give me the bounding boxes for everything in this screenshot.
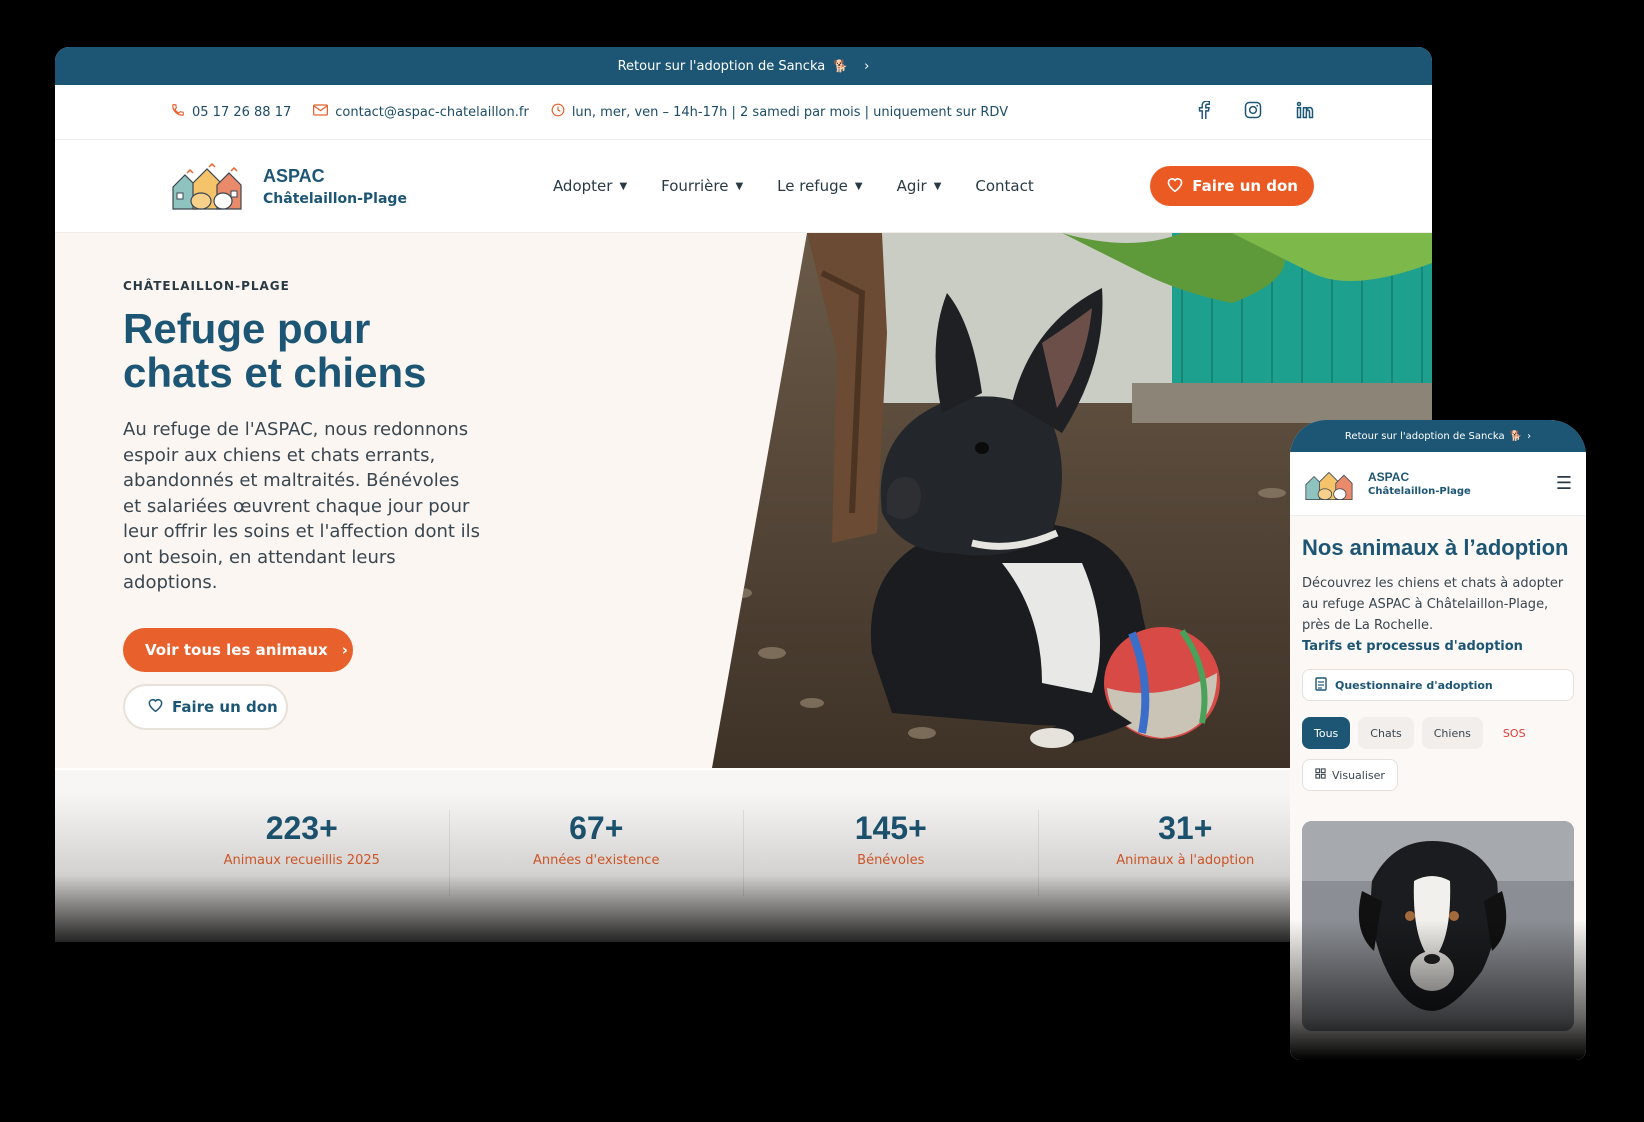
nav-label: Fourrière (661, 177, 729, 195)
linkedin-icon[interactable] (1296, 101, 1314, 123)
nav-label: Adopter (552, 177, 613, 195)
banner-text: Retour sur l'adoption de Sancka (1344, 430, 1505, 442)
heart-icon (147, 697, 164, 716)
stat-item: 31+ Animaux à l'adoption (1039, 810, 1333, 896)
logo-title: ASPAC (263, 165, 325, 186)
hero-title-line2: chats et chiens (123, 349, 427, 396)
chevron-right-icon: › (1527, 430, 1532, 442)
animal-card-photo[interactable] (1302, 821, 1574, 1031)
view-label: Visualiser (1332, 768, 1385, 782)
email-link[interactable]: contact@aspac-chatelaillon.fr (313, 104, 529, 120)
questionnaire-label: Questionnaire d'adoption (1335, 678, 1493, 692)
mobile-logo[interactable]: ASPAC Châtelaillon-Plage (1304, 467, 1471, 501)
phone-icon (171, 103, 185, 121)
hours-text: lun, mer, ven – 14h-17h | 2 samedi par m… (571, 104, 1009, 120)
nav-label: Contact (975, 177, 1034, 195)
shelter-logo-icon (171, 161, 249, 211)
opening-hours: lun, mer, ven – 14h-17h | 2 samedi par m… (551, 103, 1008, 121)
donate-secondary-button[interactable]: Faire un don (123, 683, 288, 730)
logo-subtitle: Châtelaillon-Plage (263, 190, 407, 207)
mobile-announcement-banner[interactable]: Retour sur l'adoption de Sancka 🐕 › (1290, 420, 1586, 452)
hero-eyebrow: CHÂTELAILLON-PLAGE (123, 279, 290, 293)
filter-tabs: Tous Chats Chiens SOS (1302, 717, 1574, 749)
hamburger-menu-icon[interactable]: ☰ (1556, 473, 1572, 494)
nav-item-contact[interactable]: Contact (975, 177, 1033, 195)
stat-label: Bénévoles (857, 853, 925, 868)
nav-label: Le refuge (777, 177, 848, 195)
logo-title: ASPAC (1368, 470, 1410, 484)
stat-value: 145+ (854, 810, 927, 846)
donate-label: Faire un don (1192, 177, 1298, 195)
donate-button[interactable]: Faire un don (1150, 166, 1314, 206)
questionnaire-button[interactable]: Questionnaire d'adoption (1302, 669, 1574, 701)
phone-number: 05 17 26 88 17 (192, 104, 292, 120)
hero-section: CHÂTELAILLON-PLAGE Refuge pour chats et … (55, 233, 1432, 768)
nav-menu: Adopter ▼ Fourrière ▼ Le refuge ▼ Agir ▼… (553, 177, 1034, 195)
banner-text: Retour sur l'adoption de Sancka (617, 58, 826, 74)
stat-item: 223+ Animaux recueillis 2025 (155, 810, 450, 896)
instagram-icon[interactable] (1244, 101, 1262, 123)
stat-label: Animaux recueillis 2025 (223, 853, 380, 868)
pricing-link[interactable]: Tarifs et processus d'adoption (1302, 639, 1523, 654)
dog-emoji-icon: 🐕 (1509, 430, 1523, 442)
chevron-down-icon: ▼ (619, 180, 628, 192)
view-all-animals-button[interactable]: Voir tous les animaux › (123, 627, 353, 672)
stat-value: 67+ (569, 810, 624, 846)
announcement-banner[interactable]: Retour sur l'adoption de Sancka 🐕 › (55, 47, 1432, 85)
desktop-mockup: Retour sur l'adoption de Sancka 🐕 › 05 1… (55, 47, 1432, 942)
heart-icon (1166, 176, 1184, 196)
stats-section: 223+ Animaux recueillis 2025 67+ Années … (55, 770, 1432, 942)
nav-label: Agir (896, 177, 927, 195)
mail-icon (313, 104, 329, 120)
nav-item-le-refuge[interactable]: Le refuge ▼ (777, 177, 862, 195)
stat-item: 145+ Bénévoles (744, 810, 1039, 896)
mobile-mockup: Retour sur l'adoption de Sancka 🐕 › ASPA… (1290, 420, 1586, 1060)
stat-value: 223+ (265, 810, 338, 846)
facebook-icon[interactable] (1198, 100, 1211, 123)
shelter-logo-icon (1305, 471, 1353, 500)
mobile-description: Découvrez les chiens et chats à adopter … (1302, 573, 1574, 657)
view-toggle-button[interactable]: Visualiser (1302, 759, 1398, 791)
nav-item-fourriere[interactable]: Fourrière ▼ (661, 177, 743, 195)
filter-all[interactable]: Tous (1302, 717, 1351, 749)
main-navigation: ASPAC Châtelaillon-Plage Adopter ▼ Fourr… (55, 140, 1432, 233)
stat-item: 67+ Années d'existence (450, 810, 744, 896)
hero-title-line1: Refuge pour (123, 305, 371, 352)
hero-description: Au refuge de l'ASPAC, nous redonnons esp… (123, 419, 481, 593)
hero-title: Refuge pour chats et chiens (123, 307, 483, 395)
nav-item-adopter[interactable]: Adopter ▼ (553, 177, 627, 195)
clock-icon (551, 103, 565, 121)
chevron-down-icon: ▼ (735, 180, 744, 192)
chevron-right-icon: › (864, 58, 870, 74)
chevron-right-icon: › (341, 640, 348, 659)
filter-sos[interactable]: SOS (1491, 717, 1538, 749)
filter-cats[interactable]: Chats (1358, 717, 1414, 749)
nav-item-agir[interactable]: Agir ▼ (897, 177, 942, 195)
grid-icon (1315, 768, 1326, 782)
description-text: Découvrez les chiens et chats à adopter … (1302, 576, 1564, 633)
social-links (1198, 100, 1314, 123)
filter-dogs[interactable]: Chiens (1421, 717, 1483, 749)
chevron-down-icon: ▼ (933, 180, 942, 192)
cta-label: Faire un don (172, 697, 278, 716)
logo-subtitle: Châtelaillon-Plage (1368, 486, 1471, 497)
stat-label: Animaux à l'adoption (1116, 853, 1255, 868)
contact-bar: 05 17 26 88 17 contact@aspac-chatelaillo… (55, 85, 1432, 140)
phone-link[interactable]: 05 17 26 88 17 (171, 103, 291, 121)
dog-emoji-icon: 🐕 (833, 59, 849, 73)
email-address: contact@aspac-chatelaillon.fr (335, 104, 529, 120)
cta-label: Voir tous les animaux (145, 640, 328, 659)
chevron-down-icon: ▼ (854, 180, 863, 192)
stat-value: 31+ (1158, 810, 1213, 846)
stat-label: Années d'existence (533, 853, 660, 868)
mobile-page-title: Nos animaux à l’adoption (1302, 535, 1569, 560)
form-icon (1315, 676, 1327, 694)
site-logo[interactable]: ASPAC Châtelaillon-Plage (171, 161, 407, 211)
mobile-header: ASPAC Châtelaillon-Plage ☰ (1290, 452, 1586, 516)
